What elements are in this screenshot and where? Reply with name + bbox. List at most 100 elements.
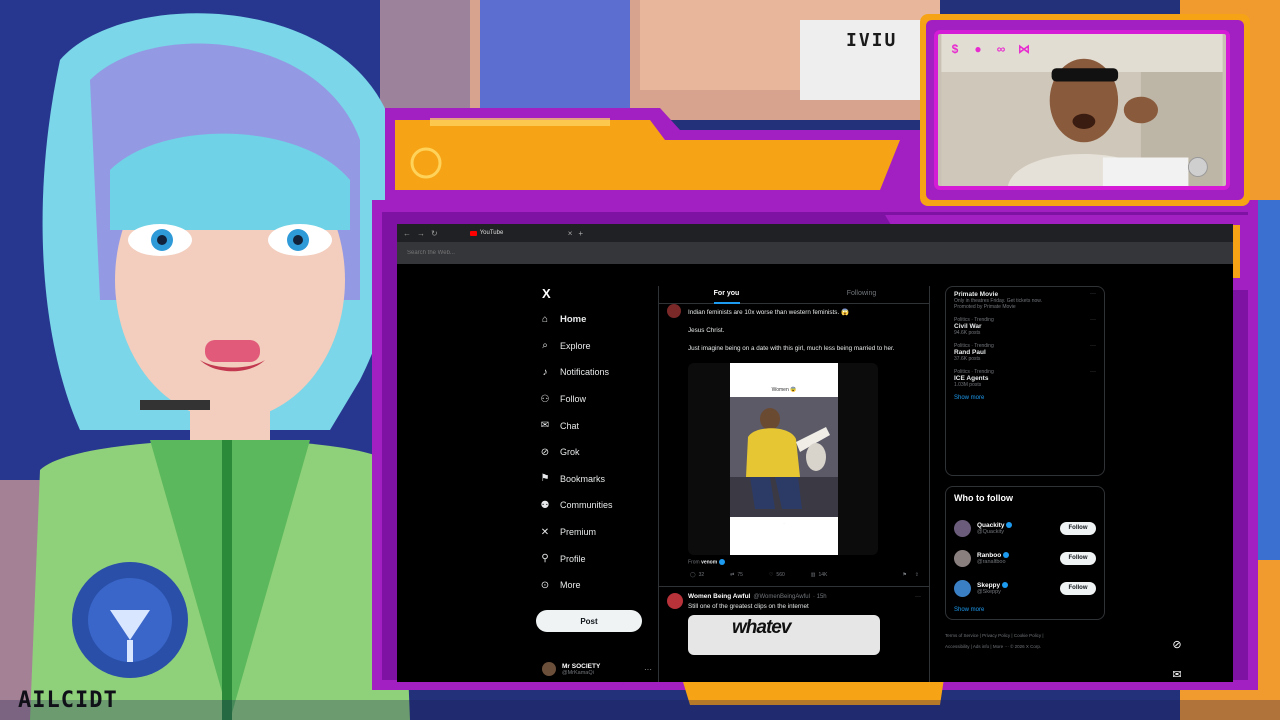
tweet[interactable]: Indian feminists are 10x worse than west… bbox=[659, 304, 929, 588]
more-dots-icon[interactable]: ··· bbox=[915, 594, 921, 600]
footer-links: Terms of Service | Privacy Policy | Cook… bbox=[945, 630, 1105, 652]
source-name[interactable]: venom bbox=[701, 559, 717, 565]
forward-icon[interactable]: → bbox=[417, 229, 425, 238]
user-handle: @ranaltboo bbox=[977, 558, 1006, 565]
tweet-time: · 15h bbox=[812, 593, 827, 600]
address-bar bbox=[397, 242, 1233, 264]
x-icon: ✕ bbox=[540, 526, 550, 538]
nav-item-communities[interactable]: ⚉ Communities bbox=[534, 492, 654, 519]
grok-float-icon[interactable]: ⊘ bbox=[1169, 636, 1185, 652]
browser-tab[interactable]: YouTube bbox=[469, 226, 562, 240]
person-icon: ⚲ bbox=[541, 553, 549, 565]
repost-button[interactable]: ⇄ 75 bbox=[730, 572, 743, 578]
who-to-follow-panel: Who to follow Quackity @Quackity Follow … bbox=[945, 486, 1105, 620]
nav-item-more[interactable]: ⊙ More bbox=[534, 572, 654, 599]
more-dots-icon[interactable]: ··· bbox=[1090, 343, 1096, 349]
nav-item-profile[interactable]: ⚲ Profile bbox=[534, 545, 654, 572]
suggested-user[interactable]: Ranboo @ranaltboo Follow bbox=[954, 543, 1096, 573]
close-tab-icon[interactable]: × bbox=[568, 229, 573, 238]
more-dots-icon[interactable]: ··· bbox=[1090, 317, 1096, 323]
more-dots-icon[interactable]: ··· bbox=[1090, 291, 1096, 297]
nav-label: Follow bbox=[560, 394, 587, 405]
trends-panel: Primate Movie Only in theatres Friday. G… bbox=[945, 286, 1105, 476]
nav-item-home[interactable]: ⌂ Home bbox=[534, 306, 654, 333]
trends-show-more-link[interactable]: Show more bbox=[954, 395, 1096, 401]
nav-item-explore[interactable]: ⌕ Explore bbox=[534, 333, 654, 360]
tweet-image[interactable]: whatev bbox=[688, 615, 880, 656]
nav-item-chat[interactable]: ✉ Chat bbox=[534, 412, 654, 439]
trend-item[interactable]: Politics · Trending ICE Agents 1.03M pos… bbox=[954, 369, 1096, 388]
video-subtitle: . bbox=[783, 521, 785, 525]
trend-count: 94.6K posts bbox=[954, 330, 981, 336]
people-icon: ⚉ bbox=[540, 499, 550, 511]
repost-icon: ⇄ bbox=[730, 572, 735, 579]
verified-badge-icon bbox=[718, 559, 725, 565]
like-button[interactable]: ♡ 560 bbox=[769, 572, 785, 578]
grok-icon: ⊘ bbox=[540, 446, 550, 458]
account-handle: @MrKamaQi bbox=[562, 669, 594, 676]
sign-text: IVIU bbox=[846, 30, 898, 51]
nav-item-bookmarks[interactable]: ⚑ Bookmarks bbox=[534, 466, 654, 493]
post-button[interactable]: Post bbox=[536, 610, 642, 632]
messages-float-icon[interactable]: ✉ bbox=[1169, 666, 1185, 682]
like-count: 560 bbox=[776, 572, 785, 579]
follow-button[interactable]: Follow bbox=[1060, 581, 1096, 595]
avatar bbox=[954, 579, 971, 597]
footer-line[interactable]: Accessibility | Ads info | More ··· © 20… bbox=[945, 641, 1105, 652]
share-icon: ⋈ bbox=[1018, 42, 1030, 56]
back-icon[interactable]: ← bbox=[403, 229, 411, 238]
more-dots-icon[interactable]: ··· bbox=[1090, 369, 1096, 375]
suggested-user[interactable]: Quackity @Quackity Follow bbox=[954, 513, 1096, 543]
footer-line[interactable]: Terms of Service | Privacy Policy | Cook… bbox=[945, 630, 1105, 641]
mail-icon: ✉ bbox=[540, 420, 550, 432]
search-input[interactable] bbox=[407, 250, 827, 256]
tweet[interactable]: Women Being Awful @WomenBeingAwful · 15h… bbox=[659, 587, 929, 656]
more-dots-icon[interactable]: ··· bbox=[644, 665, 652, 674]
reply-button[interactable]: ◯ 32 bbox=[690, 572, 704, 578]
follow-show-more-link[interactable]: Show more bbox=[954, 607, 1096, 613]
follow-button[interactable]: Follow bbox=[1060, 521, 1096, 535]
nav-item-premium[interactable]: ✕ Premium bbox=[534, 519, 654, 546]
webcam-social-icons: $ ● ∞ ⋈ bbox=[948, 42, 1031, 56]
account-name: Mr SOCIETY bbox=[562, 662, 601, 670]
tweet-video[interactable]: Women 😨 . bbox=[688, 363, 878, 555]
nav-item-notifications[interactable]: ♪ Notifications bbox=[534, 359, 654, 386]
anime-artwork-label: AILCIDT bbox=[18, 688, 118, 713]
avatar bbox=[954, 549, 971, 567]
author-handle: @WomenBeingAwful bbox=[753, 593, 810, 600]
promoted-trend[interactable]: Primate Movie Only in theatres Friday. G… bbox=[954, 291, 1096, 310]
views-button[interactable]: ▥ 14K bbox=[811, 572, 828, 578]
trend-title: ICE Agents bbox=[954, 375, 989, 382]
suggested-user[interactable]: Skeppy @Skeppy Follow bbox=[954, 573, 1096, 603]
x-logo[interactable]: X bbox=[542, 286, 654, 306]
trend-item[interactable]: Politics · Trending Civil War 94.6K post… bbox=[954, 317, 1096, 336]
trend-title: Rand Paul bbox=[954, 349, 986, 356]
trend-count: 1.03M posts bbox=[954, 382, 982, 388]
follow-button[interactable]: Follow bbox=[1060, 551, 1096, 565]
tweet-actions: ◯ 32 ⇄ 75 ♡ 560 ▥ 14K ⚑ ⇪ bbox=[659, 572, 929, 588]
add-person-icon: ⚇ bbox=[540, 393, 550, 405]
browser-tab-bar: ← → ↻ YouTube × + bbox=[397, 224, 1233, 242]
browser-window: ← → ↻ YouTube × + X ⌂ Home ⌕ Explore ♪ N… bbox=[397, 224, 1233, 682]
nav-label: Notifications bbox=[560, 367, 610, 378]
verified-badge-icon bbox=[1002, 581, 1009, 588]
bookmark-icon[interactable]: ⚑ bbox=[902, 572, 906, 578]
verified-badge-icon bbox=[1006, 521, 1013, 528]
panel-title: Who to follow bbox=[954, 493, 1013, 503]
author-name[interactable]: Women Being Awful bbox=[688, 593, 750, 600]
tab-following[interactable]: Following bbox=[794, 286, 929, 303]
user-name: Quackity bbox=[977, 521, 1005, 529]
nav-item-follow[interactable]: ⚇ Follow bbox=[534, 386, 654, 413]
reload-icon[interactable]: ↻ bbox=[431, 229, 438, 238]
tab-for-you[interactable]: For you bbox=[659, 286, 794, 304]
user-name: Ranboo bbox=[977, 551, 1002, 559]
tweet-text: Still one of the greatest clips on the i… bbox=[688, 603, 809, 611]
nav-item-grok[interactable]: ⊘ Grok bbox=[534, 439, 654, 466]
user-handle: @Skeppy bbox=[977, 588, 1001, 595]
new-tab-icon[interactable]: + bbox=[578, 229, 583, 238]
share-icon[interactable]: ⇪ bbox=[915, 572, 919, 578]
account-switcher[interactable]: Mr SOCIETY @MrKamaQi ··· bbox=[542, 662, 652, 676]
bookmark-icon: ⚑ bbox=[540, 473, 550, 485]
trend-item[interactable]: Politics · Trending Rand Paul 37.6K post… bbox=[954, 343, 1096, 362]
youtube-icon bbox=[469, 230, 477, 236]
